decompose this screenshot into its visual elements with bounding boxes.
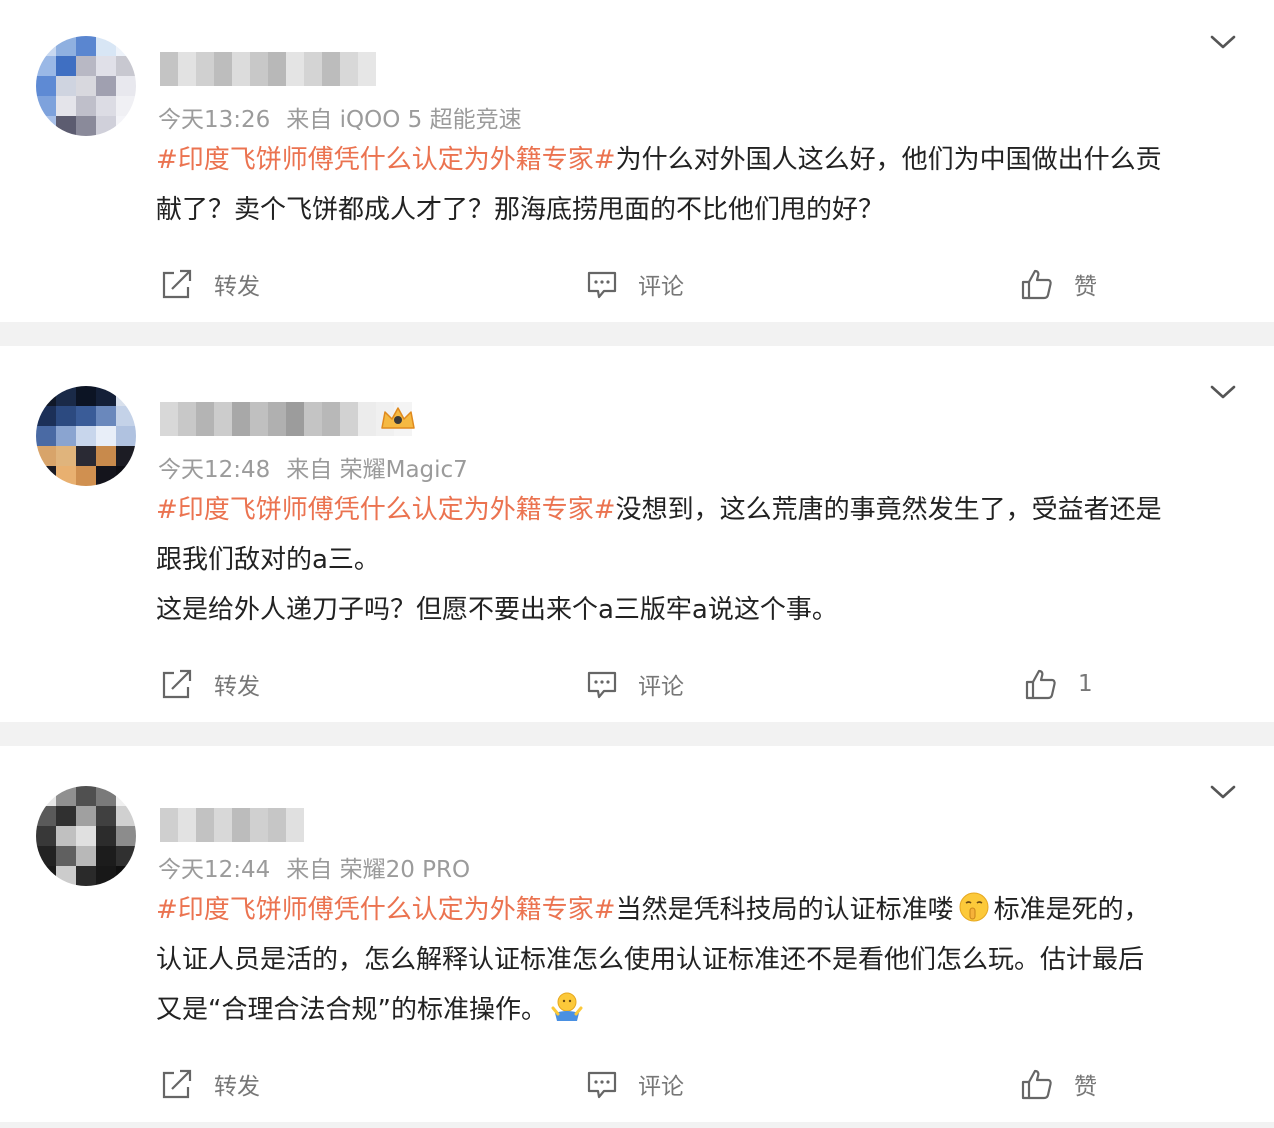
repost-label: 转发 — [214, 274, 260, 300]
comment-card: 今天12:44 来自 荣耀20 PRO #印度飞饼师傅凭什么认定为外籍专家#当然是… — [0, 746, 1274, 1122]
chevron-down-icon[interactable] — [1210, 384, 1236, 400]
comment-icon — [587, 271, 617, 299]
comment-label: 评论 — [638, 1074, 684, 1100]
repost-button[interactable]: 转发 — [160, 264, 260, 304]
text-line: 认证人员是活的，怎么解释认证标准怎么使用认证标准还不是看他们怎么玩。估计最后 — [156, 945, 1145, 975]
avatar[interactable] — [36, 386, 136, 486]
thumbs-up-icon — [1021, 269, 1052, 300]
text-segment: 又是“合理合法合规”的标准操作。 — [156, 995, 547, 1025]
topic-link[interactable]: #印度飞饼师傅凭什么认定为外籍专家# — [156, 895, 616, 925]
like-count: 1 — [1078, 671, 1093, 697]
repost-icon — [162, 1069, 192, 1099]
like-label: 赞 — [1074, 274, 1097, 300]
avatar[interactable] — [36, 36, 136, 136]
comment-button[interactable]: 评论 — [586, 664, 684, 704]
shrug-emoji-icon — [551, 992, 583, 1021]
text-segment: 当然是凭科技局的认证标准喽 — [615, 895, 954, 925]
comment-label: 评论 — [638, 674, 684, 700]
thumbs-up-icon — [1025, 669, 1056, 700]
username-blurred[interactable] — [160, 52, 376, 86]
text-line: 跟我们敌对的a三。 — [156, 545, 380, 575]
action-bar: 转发 评论 赞 — [0, 1064, 1274, 1104]
comment-icon — [587, 1071, 617, 1099]
repost-label: 转发 — [214, 1074, 260, 1100]
post-time: 今天13:26 — [158, 107, 271, 133]
like-button[interactable]: 赞 — [1020, 1064, 1097, 1104]
topic-link[interactable]: #印度飞饼师傅凭什么认定为外籍专家# — [156, 145, 616, 175]
repost-label: 转发 — [214, 674, 260, 700]
thumbs-up-icon — [1021, 1069, 1052, 1100]
username-blurred[interactable] — [160, 808, 304, 842]
comment-icon — [587, 671, 617, 699]
post-meta: 今天12:44 来自 荣耀20 PRO — [158, 850, 470, 884]
repost-button[interactable]: 转发 — [160, 664, 260, 704]
repost-button[interactable]: 转发 — [160, 1064, 260, 1104]
topic-link[interactable]: #印度飞饼师傅凭什么认定为外籍专家# — [156, 495, 616, 525]
comment-button[interactable]: 评论 — [586, 264, 684, 304]
repost-icon — [162, 669, 192, 699]
action-bar: 转发 评论 赞 — [0, 264, 1274, 304]
shush-face-emoji-icon — [959, 892, 989, 922]
repost-icon — [162, 269, 192, 299]
post-source: 来自 荣耀Magic7 — [286, 457, 468, 483]
post-text: #印度飞饼师傅凭什么认定为外籍专家#为什么对外国人这么好，他们为中国做出什么贡 … — [156, 135, 1236, 235]
like-button[interactable]: 赞 — [1020, 264, 1097, 304]
comment-feed: 今天13:26 来自 iQOO 5 超能竞速 #印度飞饼师傅凭什么认定为外籍专家#… — [0, 0, 1274, 1128]
comment-card: 今天13:26 来自 iQOO 5 超能竞速 #印度飞饼师傅凭什么认定为外籍专家#… — [0, 0, 1274, 322]
comment-label: 评论 — [638, 274, 684, 300]
text-segment: 标准是死的， — [993, 895, 1150, 925]
comment-card: 今天12:48 来自 荣耀Magic7 #印度飞饼师傅凭什么认定为外籍专家#没想到… — [0, 346, 1274, 722]
like-label: 赞 — [1074, 1074, 1097, 1100]
text-segment: 为什么对外国人这么好，他们为中国做出什么贡 — [615, 145, 1162, 175]
comment-button[interactable]: 评论 — [586, 1064, 684, 1104]
post-text: #印度飞饼师傅凭什么认定为外籍专家#当然是凭科技局的认证标准喽 标准是死的， 认证… — [156, 885, 1236, 1035]
post-time: 今天12:44 — [158, 857, 271, 883]
post-meta: 今天13:26 来自 iQOO 5 超能竞速 — [158, 100, 522, 134]
vip-crown-icon[interactable] — [378, 404, 418, 432]
like-button[interactable]: 1 — [1024, 664, 1093, 704]
post-source: 来自 荣耀20 PRO — [286, 857, 471, 883]
action-bar: 转发 评论 1 — [0, 664, 1274, 704]
avatar[interactable] — [36, 786, 136, 886]
text-line: 这是给外人递刀子吗？但愿不要出来个a三版牢a说这个事。 — [156, 595, 838, 625]
text-segment: 没想到，这么荒唐的事竟然发生了，受益者还是 — [615, 495, 1162, 525]
post-time: 今天12:48 — [158, 457, 271, 483]
chevron-down-icon[interactable] — [1210, 784, 1236, 800]
post-meta: 今天12:48 来自 荣耀Magic7 — [158, 450, 468, 484]
post-text: #印度飞饼师傅凭什么认定为外籍专家#没想到，这么荒唐的事竟然发生了，受益者还是 … — [156, 485, 1236, 635]
text-line: 献了？卖个飞饼都成人才了？那海底捞甩面的不比他们甩的好？ — [156, 195, 885, 225]
chevron-down-icon[interactable] — [1210, 34, 1236, 50]
post-source: 来自 iQOO 5 超能竞速 — [286, 107, 522, 133]
